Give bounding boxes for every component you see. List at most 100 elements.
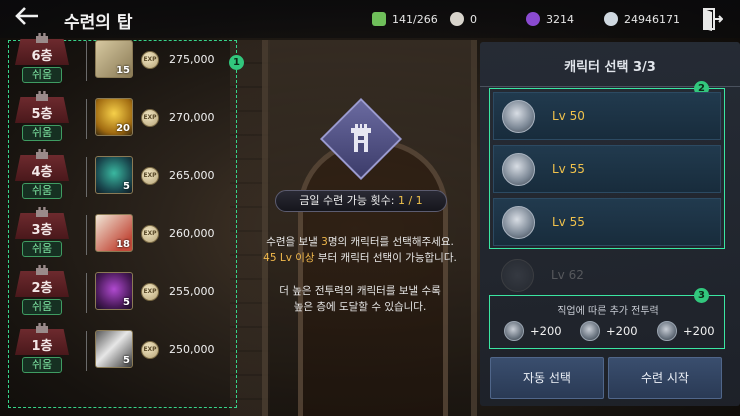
currency-pearl[interactable]: 0 [450, 10, 477, 28]
purple-gem-icon [526, 12, 540, 26]
reward-item-purple-gem-icon[interactable]: 5 [95, 272, 133, 310]
reward-item-green-gem-icon[interactable]: 5 [95, 156, 133, 194]
start-training-button[interactable]: 수련 시작 [608, 357, 722, 399]
instruction-line-3: 더 높은 전투력의 캐릭터를 보낼 수록 [279, 285, 441, 297]
instruction-text: 명의 캐릭터를 선택해주세요. [327, 236, 454, 248]
bonus-value: +200 [683, 324, 715, 338]
instruction-highlight: 45 Lv 이상 [263, 252, 315, 264]
currency-energy[interactable]: 141/266 [372, 10, 438, 28]
exp-coin-icon: EXP [141, 109, 159, 127]
divider [86, 157, 87, 197]
difficulty-badge: 쉬움 [22, 67, 62, 83]
item-count: 15 [116, 65, 130, 76]
page-title: 수련의 탑 [64, 13, 133, 33]
divider [86, 41, 87, 81]
knot-class-icon [502, 153, 535, 186]
tower-icon [36, 33, 48, 43]
character-level: Lv 55 [552, 162, 585, 176]
tower-icon [36, 323, 48, 333]
exp-amount: 270,000 [169, 111, 215, 124]
floor-row-6[interactable]: 6층 쉬움 15 EXP 275,000 [9, 33, 235, 89]
floor-tag: 4층 쉬움 [15, 149, 69, 199]
exp-coin-icon: EXP [141, 225, 159, 243]
back-arrow-icon[interactable] [12, 6, 42, 30]
bonus-value: +200 [606, 324, 638, 338]
tower-icon [36, 207, 48, 217]
knot-class-icon [580, 321, 600, 341]
reward-item-gauntlet-icon[interactable]: 5 [95, 330, 133, 368]
background-tower-arch [262, 40, 477, 416]
entries-label: 금일 수련 가능 횟수: [299, 194, 398, 207]
currency-purple-gem[interactable]: 3214 [526, 10, 574, 28]
floor-label: 4층 [31, 165, 53, 180]
tower-icon [349, 122, 373, 154]
floor-label: 1층 [31, 339, 53, 354]
character-slot-3[interactable]: Lv 55 [493, 198, 721, 246]
locked-class-icon [501, 259, 534, 292]
flower-class-icon [657, 321, 677, 341]
exp-amount: 260,000 [169, 227, 215, 240]
difficulty-badge: 쉬움 [22, 357, 62, 373]
currency-value: 3214 [546, 12, 574, 26]
item-count: 5 [123, 297, 130, 308]
instruction-highlight: 3 [321, 236, 328, 248]
pearl-icon [450, 12, 464, 26]
divider [86, 215, 87, 255]
difficulty-badge: 쉬움 [22, 241, 62, 257]
character-level: Lv 62 [551, 268, 584, 282]
exp-coin-icon: EXP [141, 167, 159, 185]
entries-value: 1 / 1 [397, 194, 423, 207]
item-count: 5 [123, 355, 130, 366]
item-count: 20 [116, 123, 130, 134]
floor-row-2[interactable]: 2층 쉬움 5 EXP 255,000 [9, 265, 235, 321]
exp-coin-icon: EXP [141, 51, 159, 69]
character-slot-4[interactable]: Lv 62 [493, 252, 721, 300]
exp-coin-icon: EXP [141, 341, 159, 359]
floor-tag: 5층 쉬움 [15, 91, 69, 141]
auto-select-button[interactable]: 자동 선택 [490, 357, 604, 399]
floor-tag: 3층 쉬움 [15, 207, 69, 257]
currency-value: 24946171 [624, 12, 680, 26]
bonus-value: +200 [530, 324, 562, 338]
floor-row-4[interactable]: 4층 쉬움 5 EXP 265,000 [9, 149, 235, 205]
reward-item-potion-icon[interactable]: 20 [95, 98, 133, 136]
divider [86, 99, 87, 139]
floor-label: 6층 [31, 49, 53, 64]
sword-class-icon [502, 100, 535, 133]
reward-item-book-icon[interactable]: 18 [95, 214, 133, 252]
currency-silver-coin[interactable]: 24946171 [604, 10, 680, 28]
panel-title: 캐릭터 선택 3/3 [564, 60, 656, 75]
daily-entries-counter: 금일 수련 가능 횟수: 1 / 1 [275, 190, 447, 212]
floor-label: 3층 [31, 223, 53, 238]
bonus-item-2: +200 [580, 321, 638, 341]
floor-label: 5층 [31, 107, 53, 122]
bonus-item-1: +200 [504, 321, 562, 341]
character-slot-2[interactable]: Lv 55 [493, 145, 721, 193]
instruction-text: 수련을 보낼 [266, 236, 322, 248]
exp-amount: 265,000 [169, 169, 215, 182]
item-count: 18 [116, 239, 130, 250]
difficulty-badge: 쉬움 [22, 125, 62, 141]
silver-coin-icon [604, 12, 618, 26]
tower-icon [36, 265, 48, 275]
floor-tag: 6층 쉬움 [15, 33, 69, 83]
reward-item-scroll-icon[interactable]: 15 [95, 40, 133, 78]
sword-class-icon [504, 321, 524, 341]
currency-value: 141/266 [392, 12, 438, 26]
item-count: 5 [123, 181, 130, 192]
character-slot-1[interactable]: Lv 50 [493, 92, 721, 140]
floor-row-5[interactable]: 5층 쉬움 20 EXP 270,000 [9, 91, 235, 147]
difficulty-badge: 쉬움 [22, 299, 62, 315]
tower-icon [36, 91, 48, 101]
currency-value: 0 [470, 12, 477, 26]
floor-row-1[interactable]: 1층 쉬움 5 EXP 250,000 [9, 323, 235, 379]
character-level: Lv 55 [552, 215, 585, 229]
divider [86, 273, 87, 313]
exit-door-icon[interactable] [701, 7, 724, 31]
instruction-line-1: 수련을 보낼 3명의 캐릭터를 선택해주세요. [240, 234, 480, 249]
floor-tag: 2층 쉬움 [15, 265, 69, 315]
difficulty-badge: 쉬움 [22, 183, 62, 199]
bonus-title: 직업에 따른 추가 전투력 [557, 306, 659, 317]
floor-row-3[interactable]: 3층 쉬움 18 EXP 260,000 [9, 207, 235, 263]
exp-amount: 275,000 [169, 53, 215, 66]
